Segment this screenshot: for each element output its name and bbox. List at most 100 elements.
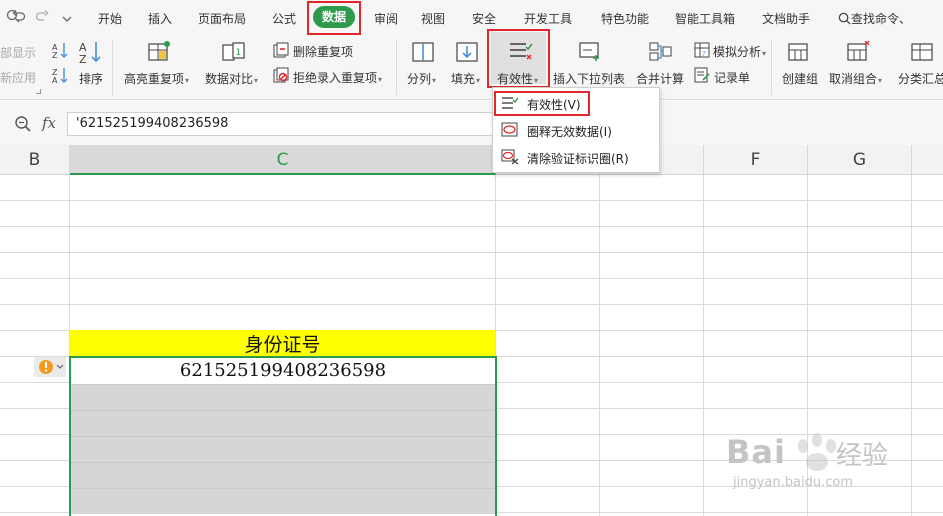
reject-duplicates-button[interactable]: 拒绝录入重复项▾ <box>293 69 382 86</box>
consolidate-icon[interactable] <box>648 41 672 63</box>
insert-dropdown-list-button[interactable]: 插入下拉列表 <box>553 70 625 87</box>
caret-down-icon: ▾ <box>185 76 190 85</box>
show-all-label[interactable]: 部显示 <box>0 44 36 61</box>
dropdown-item-label: 有效性(V) <box>527 98 581 112</box>
menu-page-layout[interactable]: 页面布局 <box>198 10 246 27</box>
ungroup-label: 取消组合 <box>829 72 878 86</box>
formula-input[interactable]: '621525199408236598 <box>67 112 497 136</box>
undo-icon[interactable] <box>12 9 26 27</box>
column-line <box>703 175 704 516</box>
subtotal-icon[interactable] <box>910 41 934 63</box>
what-if-analysis-button[interactable]: 模拟分析▾ <box>713 43 766 60</box>
subtotal-button[interactable]: 分类汇总 <box>898 70 943 87</box>
validity-label: 有效性 <box>497 72 534 86</box>
reapply-label[interactable]: 新应用 <box>0 69 36 86</box>
quick-access-dropdown-icon[interactable] <box>62 12 72 27</box>
sheet-grid[interactable]: 身份证号 621525199408236598 Bai 经验 jingyan.b… <box>0 175 943 516</box>
split-column-button[interactable]: 分列▾ <box>407 70 436 87</box>
row-line <box>0 278 943 279</box>
column-line <box>911 175 912 516</box>
error-warning-icon[interactable] <box>34 357 66 377</box>
svg-text:Z: Z <box>52 51 58 58</box>
dropdown-item-validity[interactable]: 有效性(V) <box>493 91 661 115</box>
clear-circles-icon <box>501 149 519 165</box>
fill-button[interactable]: 填充▾ <box>451 70 480 87</box>
menu-data[interactable]: 数据 <box>313 6 355 28</box>
delete-duplicates-button[interactable]: 删除重复项 <box>293 43 353 60</box>
column-header-b[interactable]: B <box>0 145 70 175</box>
caret-down-icon: ▾ <box>432 76 437 85</box>
menu-formula[interactable]: 公式 <box>272 10 296 27</box>
caret-down-icon: ▾ <box>762 49 767 58</box>
menu-home[interactable]: 开始 <box>98 10 122 27</box>
row-line <box>0 226 943 227</box>
ungroup-icon[interactable] <box>845 40 870 63</box>
dropdown-item-circle-invalid[interactable]: 圈释无效数据(I) <box>493 118 661 142</box>
validity-button[interactable]: 有效性▾ <box>497 70 538 87</box>
command-search[interactable]: 查找命令、 <box>838 10 911 27</box>
row-line <box>0 252 943 253</box>
record-form-button[interactable]: 记录单 <box>714 69 750 86</box>
create-group-button[interactable]: 创建组 <box>782 70 818 87</box>
column-header-f[interactable]: F <box>704 145 808 175</box>
data-compare-button[interactable]: 数据对比▾ <box>205 70 258 87</box>
consolidate-button[interactable]: 合并计算 <box>636 70 684 87</box>
insert-dropdown-icon[interactable] <box>578 41 602 63</box>
column-header-g[interactable]: G <box>808 145 912 175</box>
command-search-label: 查找命令、 <box>851 12 912 26</box>
dropdown-item-label: 圈释无效数据(I) <box>527 125 612 139</box>
menu-doc-assistant[interactable]: 文档助手 <box>762 10 810 27</box>
dropdown-item-clear-circles[interactable]: 清除验证标识圈(R) <box>493 145 661 169</box>
sort-icon[interactable]: AZ <box>78 40 102 66</box>
reject-duplicates-label: 拒绝录入重复项 <box>293 71 378 85</box>
fx-label[interactable]: fx <box>42 114 56 132</box>
record-form-icon[interactable] <box>694 67 710 83</box>
row-line <box>0 200 943 201</box>
caret-down-icon: ▾ <box>476 76 481 85</box>
menu-security[interactable]: 安全 <box>472 10 496 27</box>
validity-icon <box>502 97 519 109</box>
ribbon-separator <box>771 40 772 95</box>
menu-smart-toolbox[interactable]: 智能工具箱 <box>675 10 735 27</box>
zoom-icon[interactable] <box>14 115 32 133</box>
group-expand-corner[interactable] <box>36 89 41 94</box>
what-if-analysis-icon[interactable]: ? <box>694 42 710 58</box>
ungroup-button[interactable]: 取消组合▾ <box>829 70 882 87</box>
menu-bar: 开始 插入 页面布局 公式 数据 审阅 视图 安全 开发工具 特色功能 智能工具… <box>0 0 943 35</box>
caret-down-icon: ▾ <box>878 76 883 85</box>
validity-dropdown-menu: 有效性(V) 圈释无效数据(I) 清除验证标识圈(R) <box>492 87 660 173</box>
delete-duplicates-icon[interactable] <box>273 42 289 58</box>
validity-icon[interactable] <box>508 41 533 63</box>
split-column-icon[interactable] <box>411 40 435 62</box>
reject-duplicates-icon[interactable] <box>273 67 289 83</box>
highlight-duplicates-button[interactable]: 高亮重复项▾ <box>124 70 189 87</box>
svg-text:1: 1 <box>236 48 242 58</box>
watermark-url: jingyan.baidu.com <box>733 475 853 490</box>
menu-developer[interactable]: 开发工具 <box>524 10 572 27</box>
highlight-duplicates-label: 高亮重复项 <box>124 72 185 86</box>
split-column-label: 分列 <box>407 72 432 86</box>
column-header-c[interactable]: C <box>70 145 496 175</box>
fill-icon[interactable] <box>455 40 479 62</box>
menu-insert[interactable]: 插入 <box>148 10 172 27</box>
svg-text:?: ? <box>702 50 706 58</box>
sort-button[interactable]: 排序 <box>79 70 103 87</box>
sort-descending-icon[interactable]: ZA <box>52 67 68 85</box>
column-header-h[interactable] <box>912 145 943 175</box>
caret-down-icon: ▾ <box>254 76 259 85</box>
ribbon-separator <box>396 40 397 95</box>
menu-review[interactable]: 审阅 <box>374 10 398 27</box>
menu-features[interactable]: 特色功能 <box>601 10 649 27</box>
ribbon-separator <box>112 40 113 95</box>
sort-ascending-icon[interactable]: AZ <box>52 42 68 60</box>
caret-down-icon: ▾ <box>378 75 383 84</box>
highlight-duplicates-icon[interactable] <box>146 40 170 62</box>
row-line <box>0 304 943 305</box>
menu-view[interactable]: 视图 <box>421 10 445 27</box>
watermark-brand-cn: 经验 <box>836 441 889 471</box>
header-cell[interactable]: 身份证号 <box>70 330 495 357</box>
data-compare-icon[interactable]: 1 <box>221 40 245 62</box>
redo-icon[interactable] <box>35 9 49 27</box>
ribbon: 部显示 新应用 AZ ZA AZ 排序 高亮重复项▾ 1 数据对比▾ 删除重复项… <box>0 35 943 100</box>
create-group-icon[interactable] <box>786 41 810 63</box>
